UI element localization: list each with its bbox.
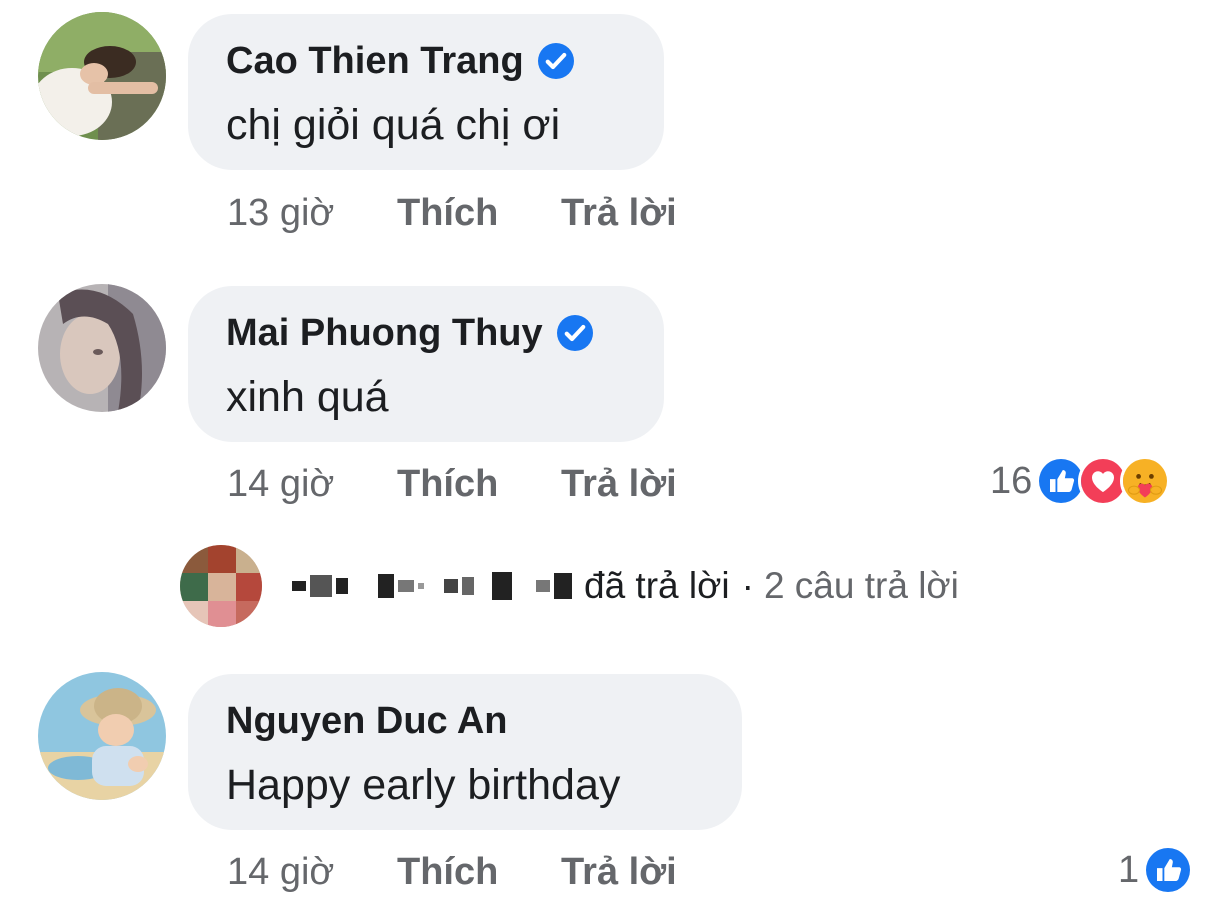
verified-badge-icon — [556, 315, 593, 351]
comment-author[interactable]: Cao Thien Trang — [226, 38, 626, 84]
comment-time[interactable]: 14 giờ — [227, 851, 397, 894]
avatar-nguyen-duc-an[interactable] — [38, 672, 166, 800]
reaction-count: 16 — [990, 459, 1033, 502]
reply-button[interactable]: Trả lời — [561, 463, 677, 506]
like-button[interactable]: Thích — [397, 463, 561, 506]
verified-badge-icon — [537, 43, 574, 79]
comment-bubble: Mai Phuong Thuy xinh quá — [188, 286, 664, 442]
like-icon — [1143, 845, 1194, 895]
comment-text: xinh quá — [226, 373, 389, 421]
comment-text: Happy early birthday — [226, 761, 621, 809]
comment-bubble: Cao Thien Trang chị giỏi quá chị ơi — [188, 14, 664, 170]
comment-time[interactable]: 13 giờ — [227, 192, 397, 235]
reply-button[interactable]: Trả lời — [561, 192, 677, 235]
comment-actions: 14 giờ Thích Trả lời — [227, 851, 677, 894]
avatar-mai-phuong-thuy[interactable] — [38, 284, 166, 412]
separator: · — [741, 565, 754, 606]
like-button[interactable]: Thích — [397, 851, 561, 894]
blurred-name — [292, 566, 576, 606]
view-replies-link[interactable]: đã trả lời · 2 câu trả lời — [180, 545, 959, 627]
reply-button[interactable]: Trả lời — [561, 851, 677, 894]
care-icon — [1120, 456, 1171, 506]
comment-text: chị giỏi quá chị ơi — [226, 101, 561, 149]
comment-bubble: Nguyen Duc An Happy early birthday — [188, 674, 742, 830]
comment-actions: 14 giờ Thích Trả lời — [227, 463, 677, 506]
reply-count[interactable]: 2 câu trả lời — [764, 565, 959, 607]
reaction-summary[interactable]: 1 — [1118, 845, 1194, 895]
reply-avatar — [180, 545, 262, 627]
avatar-cao-thien-trang[interactable] — [38, 12, 166, 140]
like-button[interactable]: Thích — [397, 192, 561, 235]
reaction-count: 1 — [1118, 848, 1140, 891]
comment-author[interactable]: Mai Phuong Thuy — [226, 310, 626, 356]
comment-time[interactable]: 14 giờ — [227, 463, 397, 506]
comment-author[interactable]: Nguyen Duc An — [226, 698, 704, 744]
reply-action-text: đã trả lời — [584, 565, 730, 606]
comment-actions: 13 giờ Thích Trả lời — [227, 192, 677, 235]
reaction-summary[interactable]: 16 — [990, 456, 1171, 506]
